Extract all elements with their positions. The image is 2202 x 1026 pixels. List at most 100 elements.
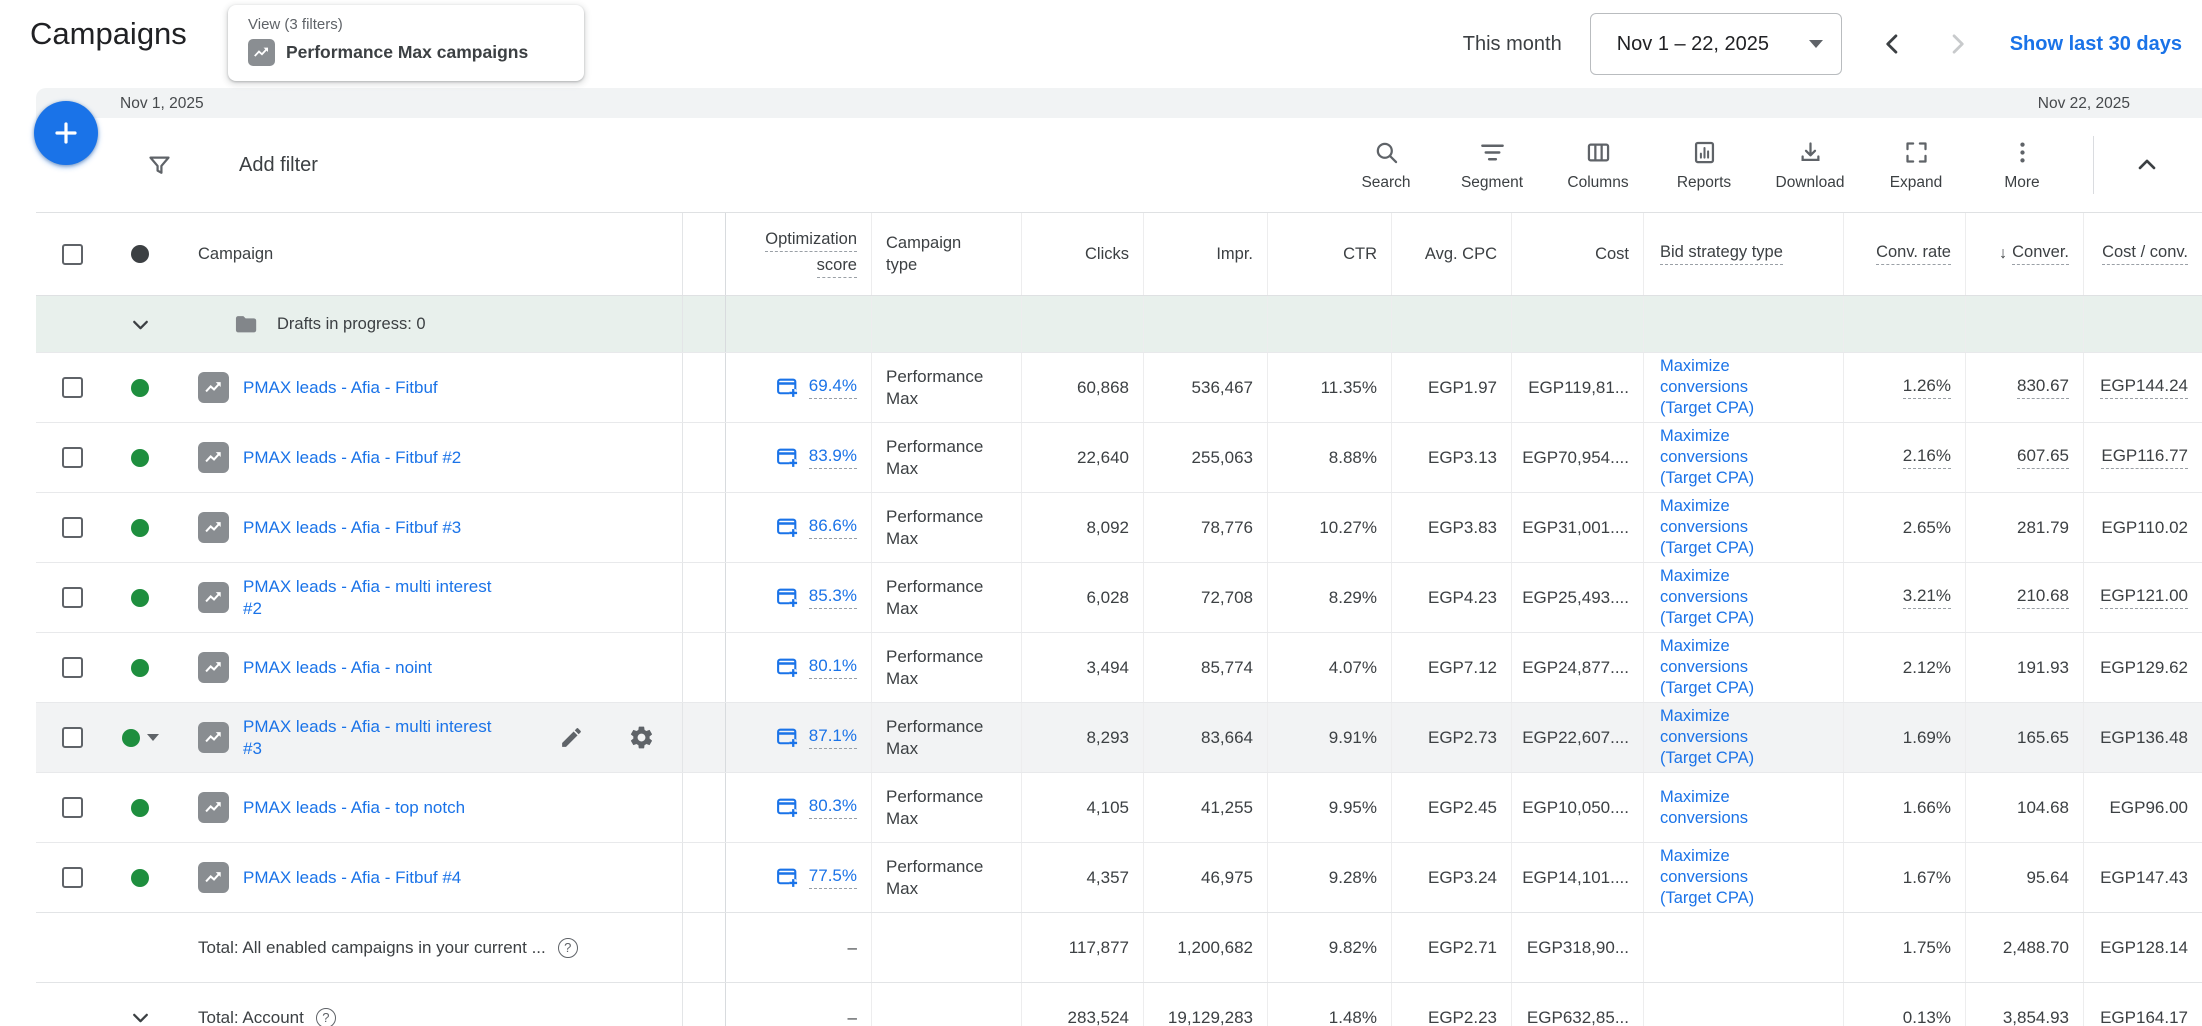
chevron-down-icon[interactable] xyxy=(128,1005,153,1026)
cost-per-conv-value: EGP121.00 xyxy=(2100,586,2188,609)
campaign-row[interactable]: PMAX leads - Afia - Fitbuf #3 86.6% Perf… xyxy=(36,492,2202,562)
status-enabled-icon[interactable] xyxy=(131,589,149,607)
row-checkbox[interactable] xyxy=(62,657,83,678)
column-header-bid-strategy-type[interactable]: Bid strategy type xyxy=(1660,243,1783,265)
row-checkbox[interactable] xyxy=(62,867,83,888)
apply-recommendations-icon[interactable] xyxy=(775,375,800,400)
optimization-score-value[interactable]: 77.5% xyxy=(809,866,857,889)
bid-strategy-link[interactable]: Maximize conversions xyxy=(1660,787,1792,829)
campaign-name-link[interactable]: PMAX leads - Afia - Fitbuf #2 xyxy=(243,447,461,469)
performance-max-icon xyxy=(198,582,229,613)
conv-rate-value: 1.69% xyxy=(1903,728,1951,748)
add-filter-button[interactable]: Add filter xyxy=(239,154,318,177)
column-header-conv-rate[interactable]: Conv. rate xyxy=(1876,243,1951,265)
view-filter-chip[interactable]: View (3 filters) Performance Max campaig… xyxy=(228,5,584,81)
apply-recommendations-icon[interactable] xyxy=(775,655,800,680)
campaign-row-hovered[interactable]: PMAX leads - Afia - multi interest #3 87… xyxy=(36,702,2202,772)
show-last-30-days-link[interactable]: Show last 30 days xyxy=(2010,33,2182,56)
filter-funnel-icon[interactable] xyxy=(146,152,173,179)
bid-strategy-link[interactable]: Maximize conversions (Target CPA) xyxy=(1660,426,1792,489)
segment-button[interactable]: Segment xyxy=(1439,139,1545,192)
optimization-score-value[interactable]: 87.1% xyxy=(809,726,857,749)
help-icon[interactable]: ? xyxy=(558,938,578,958)
row-checkbox[interactable] xyxy=(62,727,83,748)
date-range-selector[interactable]: Nov 1 – 22, 2025 xyxy=(1590,13,1842,75)
campaign-name-link[interactable]: PMAX leads - Afia - multi interest #2 xyxy=(243,576,495,620)
next-period-button[interactable] xyxy=(1932,19,1982,69)
bid-strategy-link[interactable]: Maximize conversions (Target CPA) xyxy=(1660,636,1792,699)
status-filter-icon[interactable] xyxy=(131,245,149,263)
apply-recommendations-icon[interactable] xyxy=(775,725,800,750)
chevron-down-icon[interactable] xyxy=(128,312,153,337)
status-enabled-icon[interactable] xyxy=(131,519,149,537)
column-header-conversions[interactable]: Conver. xyxy=(2012,243,2069,265)
row-checkbox[interactable] xyxy=(62,377,83,398)
optimization-score-value[interactable]: 83.9% xyxy=(809,446,857,469)
apply-recommendations-icon[interactable] xyxy=(775,585,800,610)
campaign-name-link[interactable]: PMAX leads - Afia - Fitbuf xyxy=(243,377,438,399)
search-button[interactable]: Search xyxy=(1333,139,1439,192)
settings-gear-icon[interactable] xyxy=(628,724,655,751)
previous-period-button[interactable] xyxy=(1868,19,1918,69)
column-header-campaign-type[interactable]: Campaign xyxy=(886,234,961,253)
apply-recommendations-icon[interactable] xyxy=(775,795,800,820)
status-enabled-icon[interactable] xyxy=(131,799,149,817)
bid-strategy-link[interactable]: Maximize conversions (Target CPA) xyxy=(1660,846,1792,909)
optimization-score-value[interactable]: 69.4% xyxy=(809,376,857,399)
row-checkbox[interactable] xyxy=(62,797,83,818)
avg-cpc-value: EGP2.71 xyxy=(1428,938,1497,958)
status-enabled-icon[interactable] xyxy=(131,449,149,467)
campaign-row[interactable]: PMAX leads - Afia - noint 80.1% Performa… xyxy=(36,632,2202,702)
row-checkbox[interactable] xyxy=(62,587,83,608)
bid-strategy-link[interactable]: Maximize conversions (Target CPA) xyxy=(1660,566,1792,629)
column-header-cost-per-conv[interactable]: Cost / conv. xyxy=(2102,243,2188,265)
column-header-cost[interactable]: Cost xyxy=(1595,245,1629,264)
column-header-impressions[interactable]: Impr. xyxy=(1216,245,1253,264)
column-header-campaign[interactable]: Campaign xyxy=(198,245,273,264)
expand-button[interactable]: Expand xyxy=(1863,139,1969,192)
status-enabled-icon[interactable] xyxy=(122,729,140,747)
columns-button[interactable]: Columns xyxy=(1545,139,1651,192)
column-header-avg-cpc[interactable]: Avg. CPC xyxy=(1425,245,1497,264)
optimization-score-value[interactable]: 80.1% xyxy=(809,656,857,679)
campaign-name-link[interactable]: PMAX leads - Afia - Fitbuf #4 xyxy=(243,867,461,889)
campaign-row[interactable]: PMAX leads - Afia - top notch 80.3% Perf… xyxy=(36,772,2202,842)
collapse-table-button[interactable] xyxy=(2110,151,2184,179)
campaign-row[interactable]: PMAX leads - Afia - multi interest #2 85… xyxy=(36,562,2202,632)
campaign-name-link[interactable]: PMAX leads - Afia - noint xyxy=(243,657,432,679)
download-button[interactable]: Download xyxy=(1757,139,1863,192)
row-checkbox[interactable] xyxy=(62,447,83,468)
optimization-score-value[interactable]: 86.6% xyxy=(809,516,857,539)
optimization-score-value[interactable]: 85.3% xyxy=(809,586,857,609)
help-icon[interactable]: ? xyxy=(316,1008,336,1026)
create-campaign-fab[interactable] xyxy=(34,101,98,165)
campaign-row[interactable]: PMAX leads - Afia - Fitbuf #4 77.5% Perf… xyxy=(36,842,2202,912)
edit-pencil-icon[interactable] xyxy=(559,725,584,750)
column-header-ctr[interactable]: CTR xyxy=(1343,245,1377,264)
campaign-row[interactable]: PMAX leads - Afia - Fitbuf 69.4% Perform… xyxy=(36,352,2202,422)
drafts-in-progress-row[interactable]: Drafts in progress: 0 xyxy=(36,296,2202,352)
status-enabled-icon[interactable] xyxy=(131,869,149,887)
bid-strategy-link[interactable]: Maximize conversions (Target CPA) xyxy=(1660,496,1792,559)
apply-recommendations-icon[interactable] xyxy=(775,865,800,890)
select-all-checkbox[interactable] xyxy=(62,244,83,265)
status-enabled-icon[interactable] xyxy=(131,379,149,397)
chevron-up-icon xyxy=(2133,151,2161,179)
more-button[interactable]: More xyxy=(1969,139,2075,192)
apply-recommendations-icon[interactable] xyxy=(775,515,800,540)
optimization-score-value[interactable]: 80.3% xyxy=(809,796,857,819)
campaign-row[interactable]: PMAX leads - Afia - Fitbuf #2 83.9% Perf… xyxy=(36,422,2202,492)
column-header-clicks[interactable]: Clicks xyxy=(1085,245,1129,264)
bid-strategy-link[interactable]: Maximize conversions (Target CPA) xyxy=(1660,706,1792,769)
folder-icon xyxy=(232,311,259,338)
row-checkbox[interactable] xyxy=(62,517,83,538)
reports-button[interactable]: Reports xyxy=(1651,139,1757,192)
campaign-name-link[interactable]: PMAX leads - Afia - top notch xyxy=(243,797,465,819)
status-dropdown-caret-icon[interactable] xyxy=(147,734,159,741)
campaign-name-link[interactable]: PMAX leads - Afia - multi interest #3 xyxy=(243,716,495,760)
bid-strategy-link[interactable]: Maximize conversions (Target CPA) xyxy=(1660,356,1792,419)
column-header-optimization-score[interactable]: Optimization xyxy=(765,230,857,252)
apply-recommendations-icon[interactable] xyxy=(775,445,800,470)
status-enabled-icon[interactable] xyxy=(131,659,149,677)
campaign-name-link[interactable]: PMAX leads - Afia - Fitbuf #3 xyxy=(243,517,461,539)
